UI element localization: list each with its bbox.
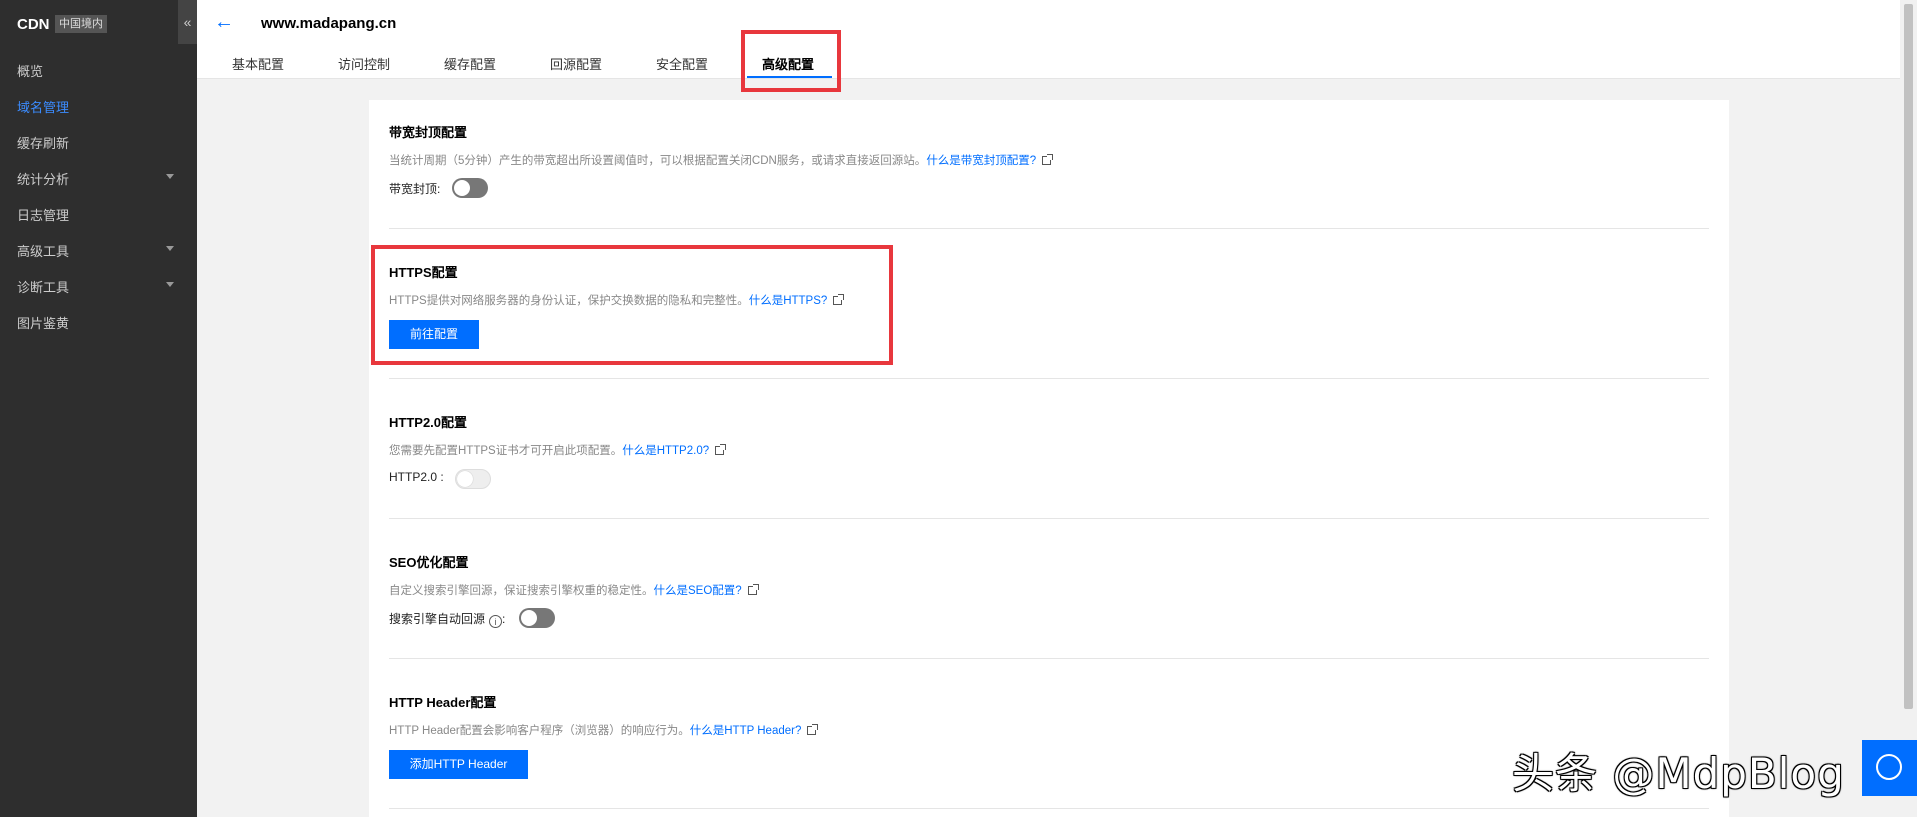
tab-access-control[interactable]: 访问控制	[338, 54, 390, 73]
divider	[389, 658, 1709, 659]
page-title: www.madapang.cn	[261, 15, 397, 32]
sidebar-item-label: 统计分析	[17, 172, 70, 187]
description-text: 当统计周期（5分钟）产生的带宽超出所设置阈值时，可以根据配置关闭CDN服务，或请…	[389, 155, 927, 167]
collapse-sidebar-icon[interactable]: «	[178, 0, 197, 44]
http2-toggle[interactable]	[455, 469, 491, 489]
caret-down-icon	[166, 282, 174, 287]
seo-auto-origin-toggle[interactable]	[519, 608, 555, 628]
divider	[389, 378, 1709, 379]
back-arrow-icon[interactable]: ←	[214, 10, 234, 34]
bandwidth-cap-label: 带宽封顶:	[389, 182, 441, 196]
sidebar-item-label: 域名管理	[17, 100, 70, 115]
tab-security-config[interactable]: 安全配置	[656, 54, 708, 73]
bandwidth-cap-desc: 当统计周期（5分钟）产生的带宽超出所设置阈值时，可以根据配置关闭CDN服务，或请…	[389, 152, 1054, 168]
divider	[389, 518, 1709, 519]
sidebar-item-label: 高级工具	[17, 244, 70, 259]
bandwidth-cap-title: 带宽封顶配置	[389, 125, 468, 140]
seo-title: SEO优化配置	[389, 555, 469, 570]
tab-origin-config[interactable]: 回源配置	[550, 54, 602, 73]
description-text: HTTP Header配置会影响客户程序（浏览器）的响应行为。	[389, 725, 690, 737]
sidebar-item-overview[interactable]: 概览	[17, 61, 177, 80]
page-header: ← www.madapang.cn 基本配置 访问控制 缓存配置 回源配置 安全…	[197, 0, 1900, 79]
description-text: 您需要先配置HTTPS证书才可开启此项配置。	[389, 445, 623, 457]
sidebar-item-label: 图片鉴黄	[17, 316, 70, 331]
label-colon: :	[502, 612, 506, 626]
bandwidth-cap-toggle[interactable]	[452, 178, 488, 198]
seo-help-link[interactable]: 什么是SEO配置?	[654, 585, 742, 597]
sidebar-item-statistics[interactable]: 统计分析	[17, 169, 177, 188]
http2-label: HTTP2.0 :	[389, 470, 444, 484]
sidebar-header: CDN 中国境内 «	[0, 0, 197, 50]
http-header-help-link[interactable]: 什么是HTTP Header?	[690, 725, 802, 737]
caret-down-icon	[166, 246, 174, 251]
sidebar-item-label: 日志管理	[17, 208, 70, 223]
http2-help-link[interactable]: 什么是HTTP2.0?	[622, 445, 709, 457]
external-link-icon	[747, 584, 759, 595]
chat-icon	[1876, 754, 1902, 780]
sidebar-item-advanced-tools[interactable]: 高级工具	[17, 241, 177, 260]
region-badge: 中国境内	[55, 15, 107, 33]
scrollbar-thumb[interactable]	[1904, 4, 1913, 709]
sidebar-item-image-moderation[interactable]: 图片鉴黄	[17, 313, 177, 332]
tab-cache-config[interactable]: 缓存配置	[444, 54, 496, 73]
product-name: CDN	[17, 16, 50, 33]
sidebar-item-label: 诊断工具	[17, 280, 70, 295]
tab-basic-config[interactable]: 基本配置	[232, 54, 284, 73]
field-label-text: 搜索引擎自动回源	[389, 612, 486, 626]
watermark: 头条 @MdpBlog	[1512, 749, 1845, 798]
info-icon[interactable]: i	[489, 615, 503, 628]
description-text: 自定义搜索引擎回源，保证搜索引擎权重的稳定性。	[389, 585, 654, 597]
sidebar-item-logs[interactable]: 日志管理	[17, 205, 177, 224]
external-link-icon	[1042, 154, 1054, 165]
external-link-icon	[807, 724, 819, 735]
http2-desc: 您需要先配置HTTPS证书才可开启此项配置。什么是HTTP2.0?	[389, 442, 727, 458]
caret-down-icon	[166, 174, 174, 179]
divider	[389, 228, 1709, 229]
sidebar-item-label: 缓存刷新	[17, 136, 70, 151]
sidebar-item-domain-management[interactable]: 域名管理	[17, 97, 177, 116]
sidebar-item-label: 概览	[17, 64, 44, 79]
help-chat-button[interactable]	[1862, 740, 1917, 796]
http-header-desc: HTTP Header配置会影响客户程序（浏览器）的响应行为。什么是HTTP H…	[389, 722, 819, 738]
highlight-box-tab	[741, 30, 841, 92]
sidebar-item-diagnostics[interactable]: 诊断工具	[17, 277, 177, 296]
divider	[389, 808, 1709, 809]
http-header-title: HTTP Header配置	[389, 695, 497, 710]
add-http-header-button[interactable]: 添加HTTP Header	[389, 750, 528, 779]
seo-desc: 自定义搜索引擎回源，保证搜索引擎权重的稳定性。什么是SEO配置?	[389, 582, 759, 598]
highlight-box-https	[371, 245, 893, 365]
sidebar-item-cache-refresh[interactable]: 缓存刷新	[17, 133, 177, 152]
sidebar: CDN 中国境内 « 概览 域名管理 缓存刷新 统计分析 日志管理 高级工具 诊…	[0, 0, 197, 817]
advanced-config-panel: 带宽封顶配置 当统计周期（5分钟）产生的带宽超出所设置阈值时，可以根据配置关闭C…	[369, 100, 1729, 817]
external-link-icon	[715, 444, 727, 455]
seo-auto-origin-label: 搜索引擎自动回源 i:	[389, 610, 505, 628]
bandwidth-cap-help-link[interactable]: 什么是带宽封顶配置?	[926, 155, 1036, 167]
http2-title: HTTP2.0配置	[389, 415, 468, 430]
